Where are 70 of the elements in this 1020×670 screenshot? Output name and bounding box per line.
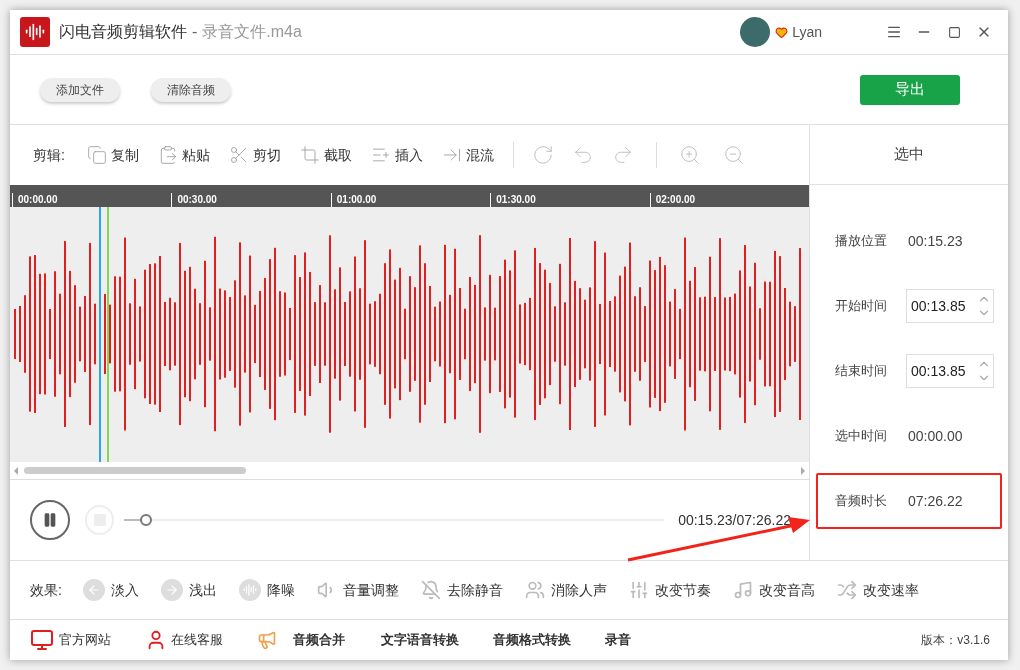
progress-thumb[interactable] [140, 514, 152, 526]
copy-icon [86, 145, 107, 165]
effect-button[interactable]: 降噪 [238, 579, 295, 601]
time-tick-label: 02:00.00 [655, 194, 696, 205]
effect-button[interactable]: 淡入 [82, 579, 139, 601]
side-panel-title: 选中 [810, 125, 1008, 185]
app-title: 闪电音频剪辑软件 [59, 22, 187, 42]
monitor-icon [30, 628, 54, 652]
scroll-right-icon[interactable] [801, 466, 805, 475]
edit-label: 剪辑: [33, 145, 65, 165]
footer-link[interactable]: 音频合并 [257, 630, 345, 650]
field-value: 00:15.23 [908, 231, 963, 251]
music-note-icon [732, 580, 753, 600]
time-spin-field[interactable]: 00:13.85 [906, 354, 994, 388]
app-logo-icon [20, 17, 50, 47]
user-name[interactable]: Lyan [792, 21, 822, 43]
zoom-out-icon[interactable] [722, 144, 745, 166]
toolbar-button[interactable]: 添加文件 [40, 77, 120, 102]
people-icon [524, 580, 545, 600]
crop-icon [299, 145, 320, 165]
toolbar-button[interactable]: 清除音频 [151, 77, 231, 102]
effect-button[interactable]: 改变音高 [732, 579, 815, 601]
footer-link[interactable]: 在线客服 [145, 629, 223, 651]
field-value: 07:26.22 [908, 491, 963, 511]
avatar[interactable] [740, 17, 771, 47]
effect-button[interactable]: 改变速率 [836, 579, 919, 601]
edit-tool-button[interactable]: 复制 [86, 144, 139, 166]
effects-label: 效果: [30, 580, 62, 600]
sliders-icon [628, 580, 649, 600]
effect-button[interactable]: 改变节奏 [628, 579, 711, 601]
shuffle-icon [836, 580, 857, 600]
effect-button[interactable]: 去除静音 [420, 579, 503, 601]
effect-button[interactable]: 浅出 [160, 579, 217, 601]
scrollbar-thumb[interactable] [24, 467, 246, 474]
footer-link[interactable]: 录音 [605, 630, 631, 650]
maximize-icon[interactable] [948, 25, 961, 39]
rotate-icon[interactable] [531, 144, 554, 166]
sound-wave-icon [238, 579, 261, 601]
edit-tool-button[interactable]: 截取 [299, 144, 352, 166]
scroll-left-icon[interactable] [14, 466, 18, 475]
time-tick-label: 00:30.00 [177, 194, 217, 205]
time-tick-label: 00:00.00 [18, 194, 58, 205]
title-separator: - [192, 22, 198, 42]
file-name: 录音文件.m4a [202, 22, 302, 42]
field-label: 音频时长 [835, 492, 888, 511]
playback-time: 00:15.23/07:26.22 [678, 510, 791, 530]
bell-off-icon [420, 580, 441, 600]
footer-link[interactable]: 官方网站 [30, 628, 111, 652]
edit-tool-button[interactable]: 粘贴 [157, 144, 210, 166]
time-spin-field[interactable]: 00:13.85 [906, 289, 994, 323]
effect-button[interactable]: 音量调整 [316, 579, 399, 601]
time-tick-label: 01:30.00 [496, 194, 536, 205]
megaphone-icon [257, 630, 277, 650]
edit-tool-button[interactable]: 剪切 [228, 144, 281, 166]
footer-link[interactable]: 文字语音转换 [381, 630, 459, 650]
field-label: 播放位置 [835, 232, 888, 251]
field-label: 选中时间 [835, 427, 888, 446]
pause-button[interactable] [30, 500, 70, 540]
edit-tool-button[interactable]: 混流 [441, 144, 494, 166]
footer-link[interactable]: 音频格式转换 [493, 630, 571, 650]
scissors-icon [228, 145, 249, 165]
effect-button[interactable]: 消除人声 [524, 579, 607, 601]
zoom-in-icon[interactable] [678, 144, 701, 166]
field-label: 开始时间 [835, 297, 888, 316]
field-value: 00:00.00 [908, 426, 963, 446]
menu-icon[interactable] [886, 24, 902, 40]
version-text: 版本：v3.1.6 [921, 632, 990, 649]
edit-tool-button[interactable]: 插入 [370, 144, 423, 166]
time-tick-label: 01:00.00 [336, 194, 377, 205]
field-label: 结束时间 [835, 362, 888, 381]
